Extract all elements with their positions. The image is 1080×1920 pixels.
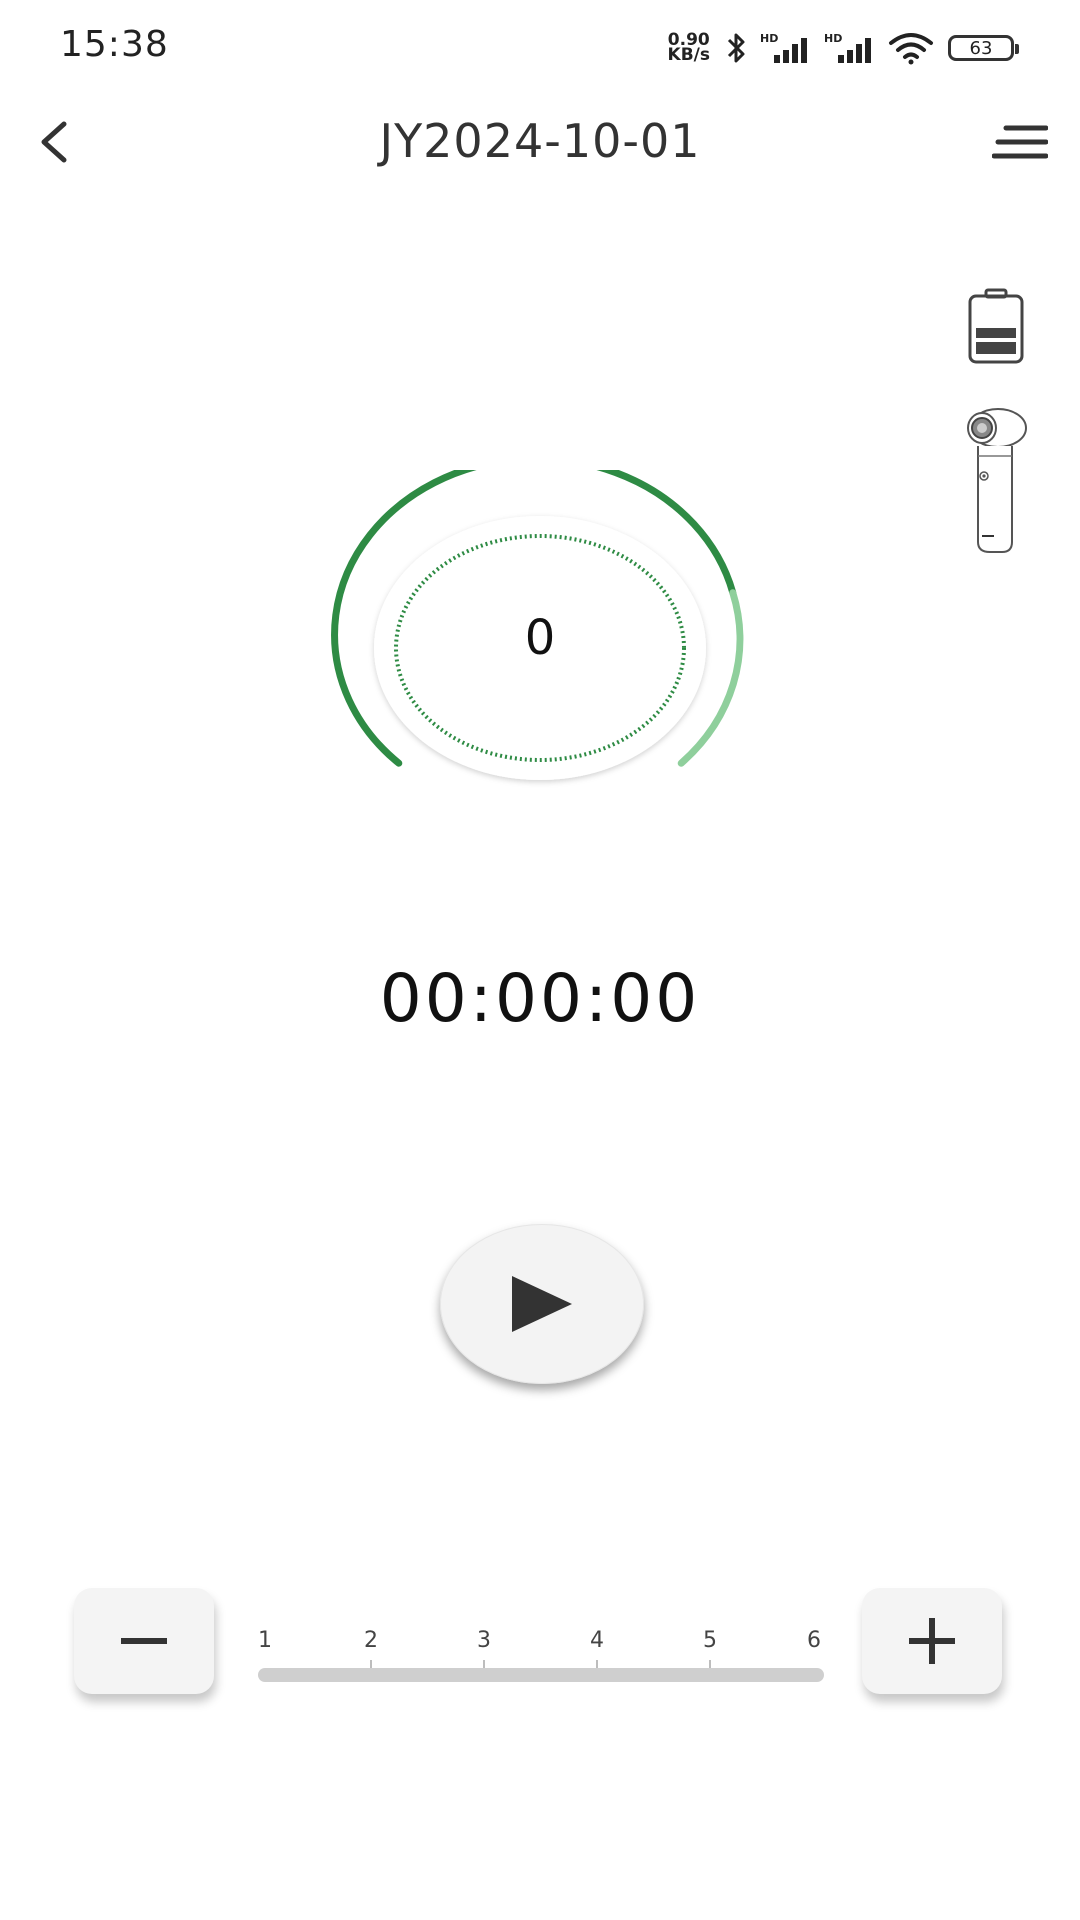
plus-icon — [909, 1618, 955, 1664]
network-speed: 0.90 KB/s — [667, 32, 710, 65]
status-time: 15:38 — [60, 24, 169, 65]
hamburger-menu-icon — [992, 125, 1048, 159]
intensity-dial: 0 — [320, 470, 760, 800]
timer-display: 00:00:00 — [379, 960, 701, 1037]
signal-hd-icon: HD — [824, 32, 871, 63]
menu-button[interactable] — [990, 116, 1050, 168]
device-battery-indicator — [966, 286, 1026, 366]
status-icons: 0.90 KB/s HD HD 63 — [667, 28, 1019, 68]
decrease-level-button[interactable] — [74, 1588, 214, 1694]
battery-level: 63 — [969, 37, 993, 59]
minus-icon — [121, 1638, 167, 1644]
bluetooth-icon — [727, 33, 745, 63]
level-slider-track[interactable] — [258, 1668, 824, 1682]
app-header: JY2024-10-01 — [0, 96, 1080, 188]
signal-hd-icon: HD — [760, 32, 807, 63]
massage-gun-device-icon — [967, 408, 1027, 553]
status-bar: 15:38 0.90 KB/s HD HD 63 — [0, 0, 1080, 96]
page-title: JY2024-10-01 — [379, 114, 701, 168]
scale-label: 3 — [477, 1628, 491, 1653]
increase-level-button[interactable] — [862, 1588, 1002, 1694]
hd-label: HD — [760, 32, 778, 45]
play-icon — [512, 1276, 572, 1332]
scale-label: 5 — [703, 1628, 717, 1653]
scale-label: 6 — [807, 1628, 821, 1653]
scale-label: 4 — [590, 1628, 604, 1653]
scale-label: 2 — [364, 1628, 378, 1653]
network-speed-unit: KB/s — [667, 45, 710, 65]
play-button[interactable] — [440, 1224, 644, 1384]
battery-icon: 63 — [948, 35, 1019, 61]
device-illustration — [964, 406, 1030, 554]
device-battery-icon — [968, 288, 1024, 364]
wifi-icon — [889, 33, 933, 65]
scale-label: 1 — [258, 1628, 272, 1653]
hd-label: HD — [824, 32, 842, 45]
dial-value: 0 — [524, 610, 556, 666]
level-scale[interactable]: 1 2 3 4 5 6 — [258, 1620, 824, 1690]
